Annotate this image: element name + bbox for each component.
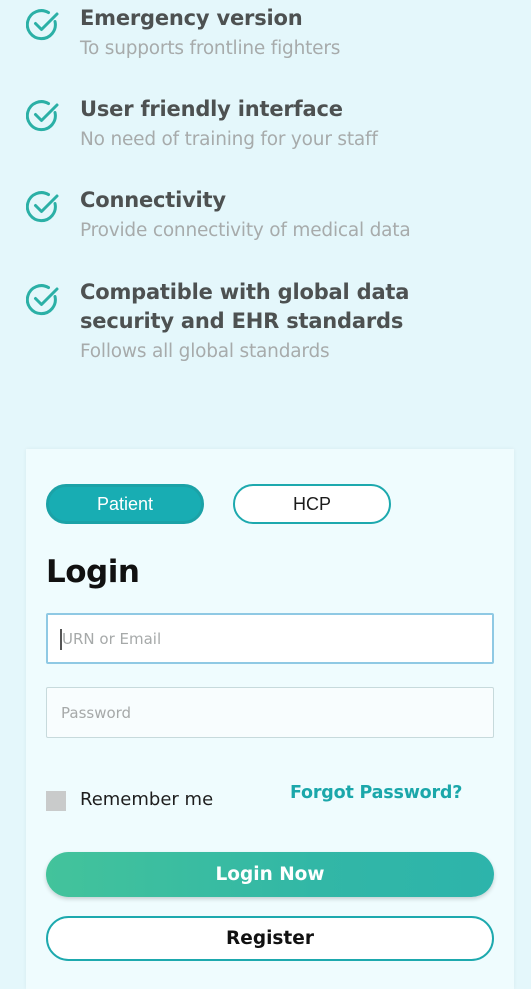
check-circle-icon xyxy=(26,191,59,223)
login-card: Patient HCP Login Remember me Forgot Pas… xyxy=(26,449,514,989)
remember-me-label: Remember me xyxy=(80,789,214,810)
feature-title: User friendly interface xyxy=(80,97,343,121)
register-button[interactable]: Register xyxy=(46,916,494,961)
feature-title: Connectivity xyxy=(80,188,226,212)
check-circle-icon xyxy=(26,100,59,132)
feature-subtitle: To supports frontline fighters xyxy=(80,38,341,59)
feature-subtitle: Follows all global standards xyxy=(80,341,330,362)
login-button[interactable]: Login Now xyxy=(46,852,494,897)
role-patient-button[interactable]: Patient xyxy=(46,484,204,524)
password-field[interactable] xyxy=(46,687,494,738)
login-title: Login xyxy=(46,554,140,590)
feature-title: Compatible with global data security and… xyxy=(80,280,410,333)
email-field[interactable] xyxy=(46,613,494,664)
check-circle-icon xyxy=(26,284,59,316)
forgot-password-link[interactable]: Forgot Password? xyxy=(290,783,462,803)
text-caret xyxy=(60,629,62,650)
remember-me-checkbox[interactable] xyxy=(46,791,66,811)
feature-subtitle: Provide connectivity of medical data xyxy=(80,220,411,241)
feature-subtitle: No need of training for your staff xyxy=(80,129,378,150)
role-hcp-button[interactable]: HCP xyxy=(233,484,391,524)
check-circle-icon xyxy=(26,9,59,41)
feature-title: Emergency version xyxy=(80,6,303,30)
